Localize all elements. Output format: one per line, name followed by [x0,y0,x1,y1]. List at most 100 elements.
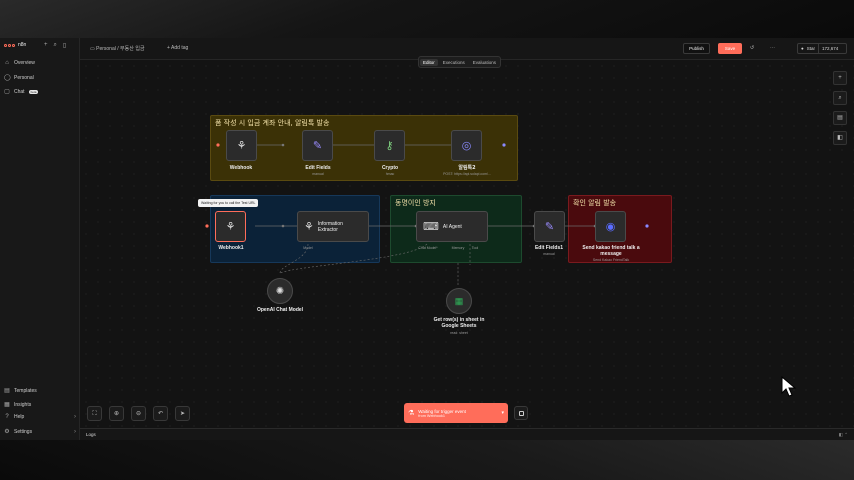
desktop-background-top [0,0,854,38]
node-label: Crypto [381,165,399,171]
google-sheets-icon: ▦ [454,295,464,306]
node-subtitle: manual [543,252,555,256]
node-label: Edit Fields1 [534,245,564,251]
node-kakao-friend-talk[interactable]: ◉ [595,211,626,242]
brand-name: n8n [18,42,27,48]
port-label-tool: Tool [471,246,479,250]
node-google-sheets[interactable]: ▦ [446,288,472,314]
node-label: Send kakao friend talk a message [582,245,640,257]
beta-badge: beta [28,89,39,94]
more-options-icon[interactable]: ⋯ [770,45,775,51]
breadcrumb-separator: / [117,46,119,52]
mouse-cursor-icon [781,376,797,397]
node-label: Get row(s) in sheet in Google Sheets [433,317,485,329]
node-subtitle: hmac [385,172,395,176]
node-subtitle: manual [312,172,324,176]
app-window: n8n + ⌕ ▯ ⌂ Overview ◯ Personal ▢ Chat b… [0,38,854,440]
chevron-right-icon: › [74,414,76,420]
flask-icon: ⚗ [408,410,415,417]
help-icon: ? [5,414,9,420]
sidebar-item-settings[interactable]: ⚙ Settings › [4,428,76,436]
tab-editor[interactable]: Editor [420,58,438,66]
extractor-icon: ⚘ [304,221,314,233]
save-button[interactable]: Save [718,43,742,54]
sticky-note-button[interactable]: ▤ [833,111,847,125]
trigger-source: from Webhook1 [418,413,446,418]
expand-icon[interactable]: ◧ ⌃ [839,432,848,438]
home-icon: ⌂ [5,60,9,66]
port-label-chat-model: Chat Model* [418,246,438,250]
gear-icon: ⚙ [4,429,10,435]
sidebar-item-overview[interactable]: ⌂ Overview [4,60,76,66]
chevron-down-icon[interactable]: ▾ [501,410,504,416]
node-label: Webhook1 [218,245,244,251]
breadcrumb[interactable]: ▭ Personal / 부동산 입금 [90,45,145,52]
sidebar-item-help[interactable]: ? Help › [4,414,76,420]
webhook-icon: ⚘ [236,140,247,152]
insights-icon: ▦ [4,402,10,408]
panel-toggle-button[interactable]: ◧ [833,131,847,145]
brand-logo[interactable]: n8n [4,42,26,48]
node-webhook1[interactable]: ⚘ [215,211,246,242]
zoom-out-button[interactable]: ⊖ [131,406,146,421]
node-webhook[interactable]: ⚘ [226,130,257,161]
node-crypto[interactable]: ⚷ [374,130,405,161]
node-edit-fields1[interactable]: ✎ [534,211,565,242]
search-nodes-button[interactable]: ⌕ [833,91,847,105]
logs-panel[interactable]: Logs ◧ ⌃ [80,428,854,440]
tab-executions[interactable]: Executions [440,59,468,66]
node-information-extractor[interactable]: ⚘ Information Extractor [297,211,369,242]
sidebar-item-chat[interactable]: ▢ Chat beta [4,88,76,95]
undo-button[interactable]: ↶ [153,406,168,421]
node-edit-fields[interactable]: ✎ [302,130,333,161]
stop-button[interactable] [514,406,528,420]
zoom-in-button[interactable]: ⊕ [109,406,124,421]
node-openai-chat-model[interactable]: ✺ [267,278,293,304]
connections-layer [205,143,649,287]
add-node-button[interactable]: + [833,71,847,85]
history-icon[interactable]: ↺ [750,45,754,51]
sidebar-item-personal[interactable]: ◯ Personal [4,74,76,82]
sidebar-item-label: Settings [14,428,33,435]
workflow-canvas[interactable]: 폼 작성 시 입금 계좌 안내, 알림톡 발송 동명이인 방지 확인 알림 발송 [80,60,854,428]
add-tag-button[interactable]: + Add tag [167,45,188,51]
chevron-right-icon: › [74,428,76,435]
node-http-request[interactable]: ◎ [451,130,482,161]
publish-button[interactable]: Publish [683,43,710,54]
breadcrumb-parent: Personal [96,46,116,52]
sidebar-item-insights[interactable]: ▦ Insights [4,401,76,409]
search-icon[interactable]: ⌕ [54,42,57,49]
sidebar: n8n + ⌕ ▯ ⌂ Overview ◯ Personal ▢ Chat b… [0,38,80,440]
key-icon: ⚷ [385,140,394,152]
sidebar-item-label: Templates [14,387,37,394]
node-subtitle: POST: https://api.solapi.com/... [443,172,491,176]
sidebar-item-label: Insights [14,401,32,408]
node-ai-agent[interactable]: ⌨ AI Agent [416,211,488,242]
sidebar-item-label: Overview [14,60,35,66]
sidebar-tools: + ⌕ ▯ [44,42,66,49]
select-tool-button[interactable]: ➤ [175,406,190,421]
node-label: AI Agent [442,223,462,230]
node-subtitle: Send Kakao FriendTalk [592,258,630,262]
templates-icon: ▤ [4,388,10,394]
port-label-memory: Memory [451,246,465,250]
stop-icon [519,411,524,416]
node-label: Edit Fields [305,165,331,171]
node-label: Information Extractor [317,220,343,233]
plus-icon[interactable]: + [44,42,48,49]
node-label: 알림톡2 [458,165,476,171]
star-count: 172,674 [817,44,841,53]
star-label: Star [806,46,815,51]
message-icon: ◉ [605,221,616,233]
pencil-icon: ✎ [312,140,323,152]
github-star-button[interactable]: ● Star 172,674 [797,43,847,54]
sidebar-item-templates[interactable]: ▤ Templates [4,387,76,395]
waiting-trigger-button[interactable]: ⚗ Waiting for trigger event from Webhook… [404,403,508,423]
openai-icon: ✺ [275,285,285,297]
workflow-name[interactable]: 부동산 입금 [120,46,145,52]
github-icon: ● [801,46,804,51]
fit-view-button[interactable]: ⛶ [87,406,102,421]
globe-icon: ◎ [461,140,472,152]
tab-evaluations[interactable]: Evaluations [470,59,499,66]
panel-icon[interactable]: ▯ [63,42,66,49]
